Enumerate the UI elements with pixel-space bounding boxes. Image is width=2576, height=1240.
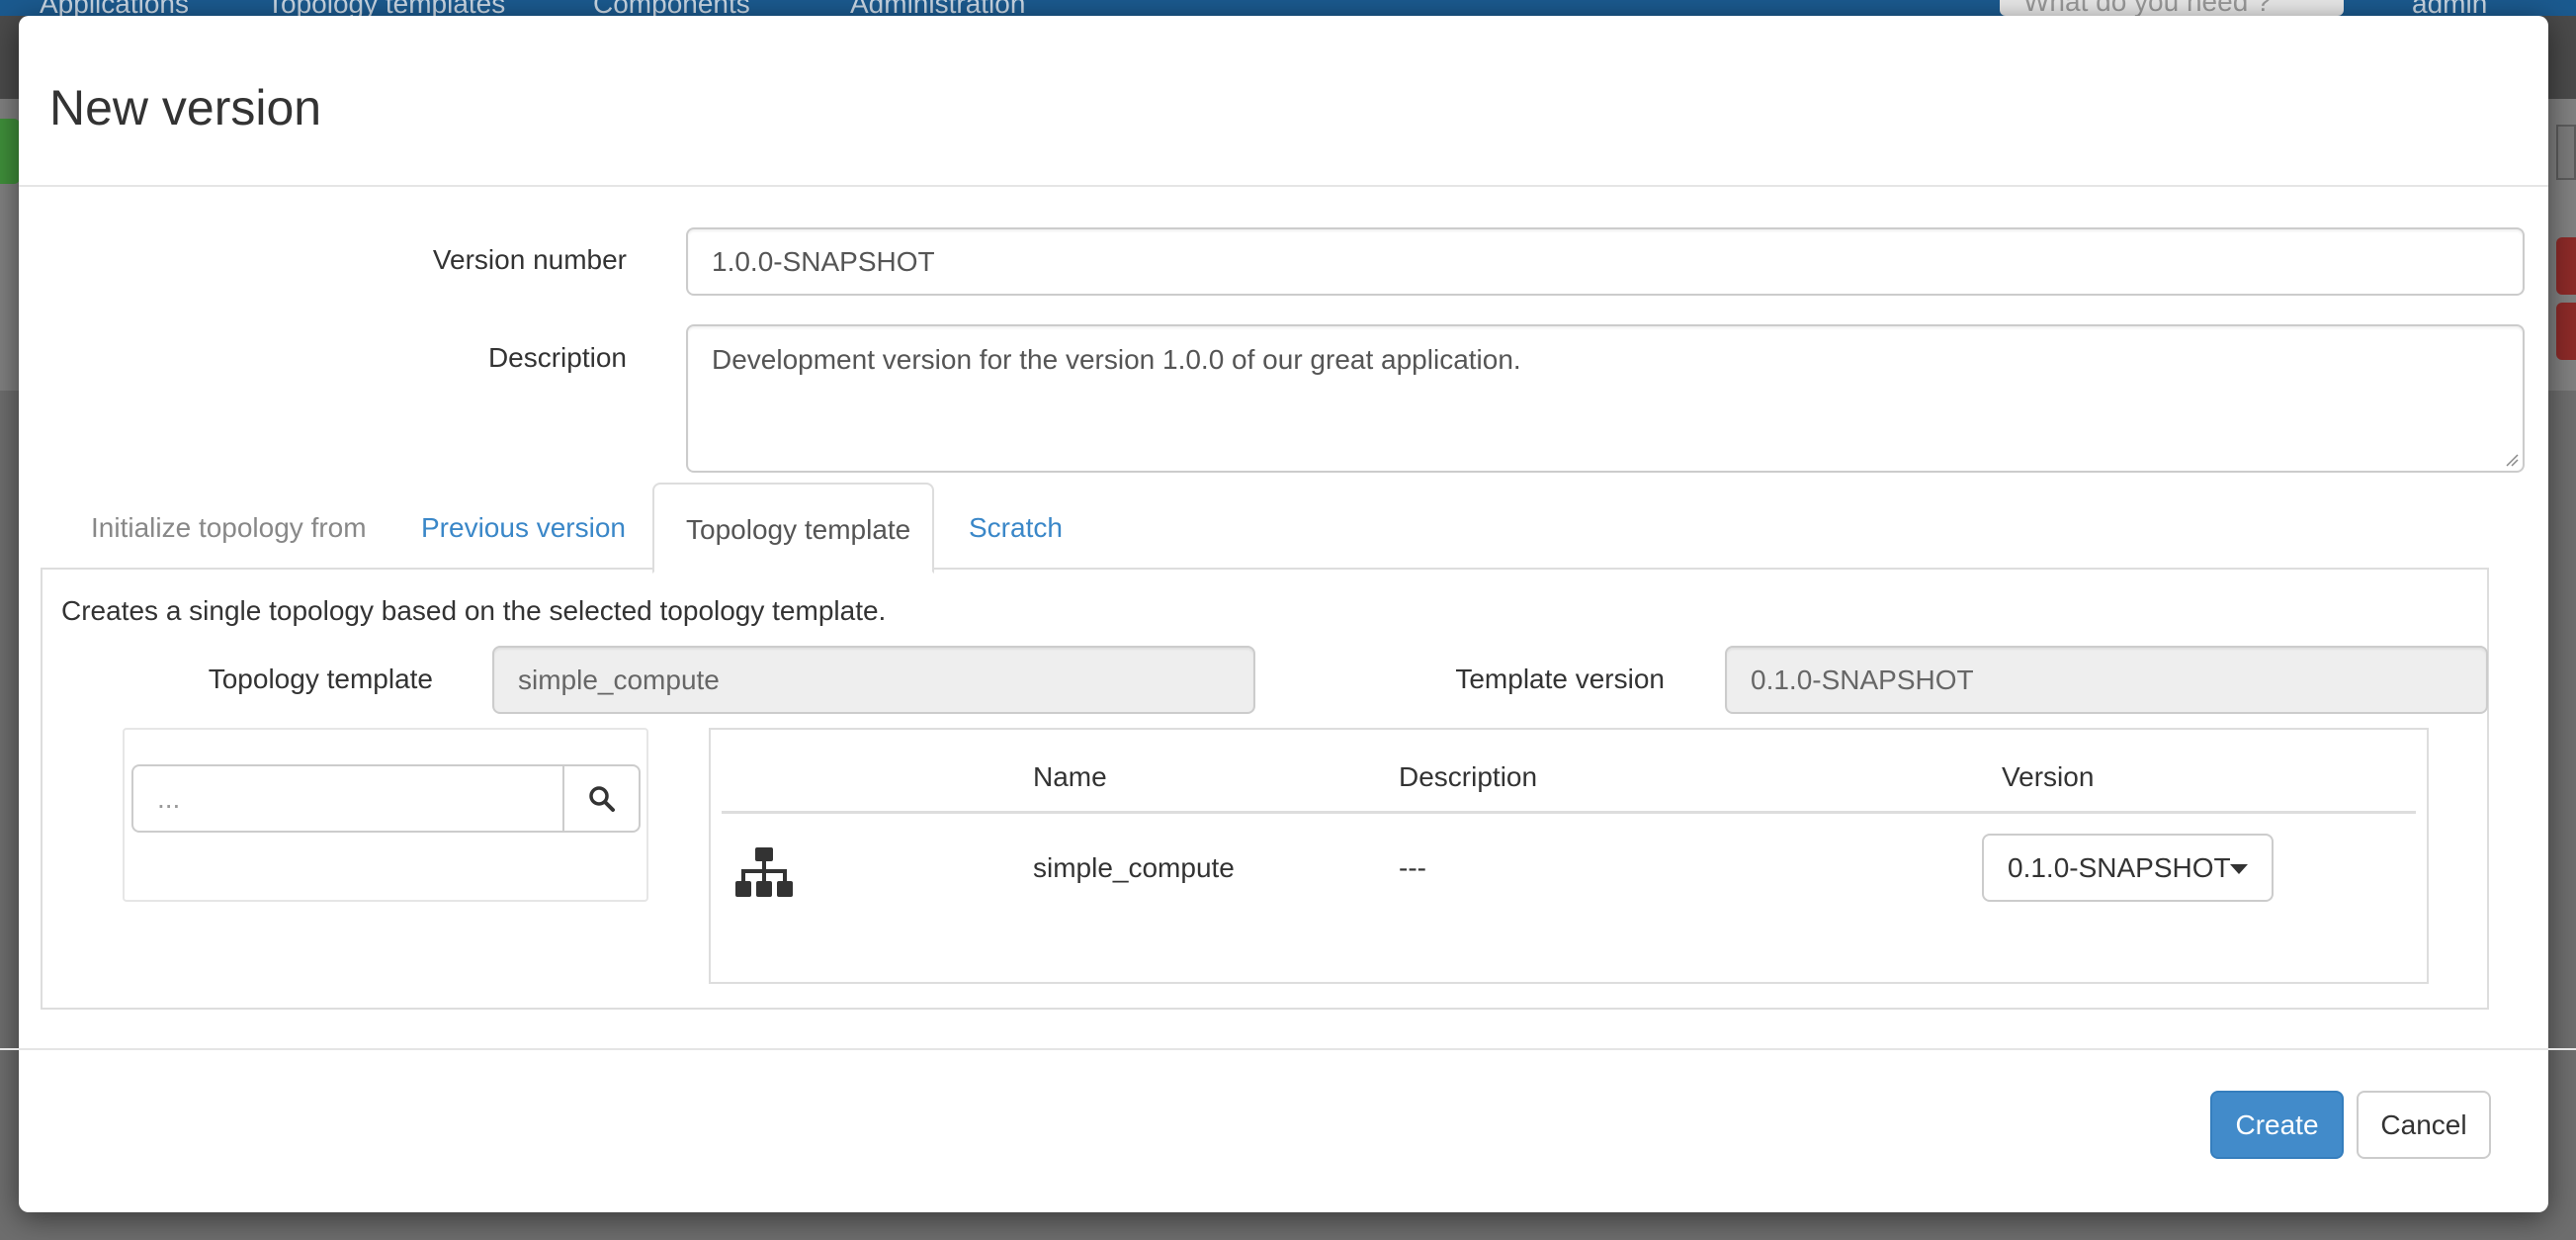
row-description: --- [1399, 852, 1426, 883]
background-red-button [2556, 303, 2576, 360]
create-button[interactable]: Create [2210, 1091, 2344, 1159]
background-red-button [2556, 237, 2576, 295]
column-header-description: Description [1399, 761, 1538, 792]
cancel-button[interactable]: Cancel [2357, 1091, 2491, 1159]
background-navbar: Applications Topology templates Componen… [0, 0, 2576, 19]
background-green-button [0, 119, 20, 184]
modal-title: New version [49, 80, 322, 135]
template-search-input[interactable]: ... [131, 764, 564, 833]
search-button[interactable] [562, 764, 641, 833]
resize-grip-icon[interactable] [2505, 453, 2519, 467]
version-number-label: Version number [432, 244, 627, 275]
modal-footer-divider [0, 1048, 2576, 1050]
tab-previous-version[interactable]: Previous version [389, 483, 657, 574]
table-header-divider [722, 811, 2416, 814]
version-dropdown-value: 0.1.0-SNAPSHOT [2008, 852, 2231, 883]
column-header-name: Name [1033, 761, 1107, 792]
row-name: simple_compute [1033, 852, 1235, 883]
tab-topology-template[interactable]: Topology template [652, 483, 934, 574]
tab-scratch[interactable]: Scratch [937, 483, 1094, 574]
template-version-input: 0.1.0-SNAPSHOT [1725, 646, 2488, 714]
version-number-input[interactable]: 1.0.0-SNAPSHOT [686, 227, 2525, 296]
caret-down-icon [2230, 864, 2248, 874]
version-dropdown[interactable]: 0.1.0-SNAPSHOT [1982, 834, 2274, 902]
description-text: Development version for the version 1.0.… [712, 344, 1521, 375]
topology-template-input: simple_compute [492, 646, 1255, 714]
sitemap-icon [735, 847, 793, 897]
background-box [2556, 125, 2576, 180]
template-version-label: Template version [1455, 664, 1665, 694]
search-icon [588, 785, 615, 812]
topology-template-label: Topology template [208, 664, 433, 694]
column-header-version: Version [2002, 761, 2095, 792]
nav-search-field: What do you need ? [2000, 0, 2344, 16]
description-label: Description [487, 342, 627, 373]
panel-description: Creates a single topology based on the s… [61, 595, 887, 626]
tabs-heading: Initialize topology from [91, 512, 367, 543]
description-textarea[interactable]: Development version for the version 1.0.… [686, 324, 2525, 473]
modal-header: New version [19, 16, 2548, 187]
